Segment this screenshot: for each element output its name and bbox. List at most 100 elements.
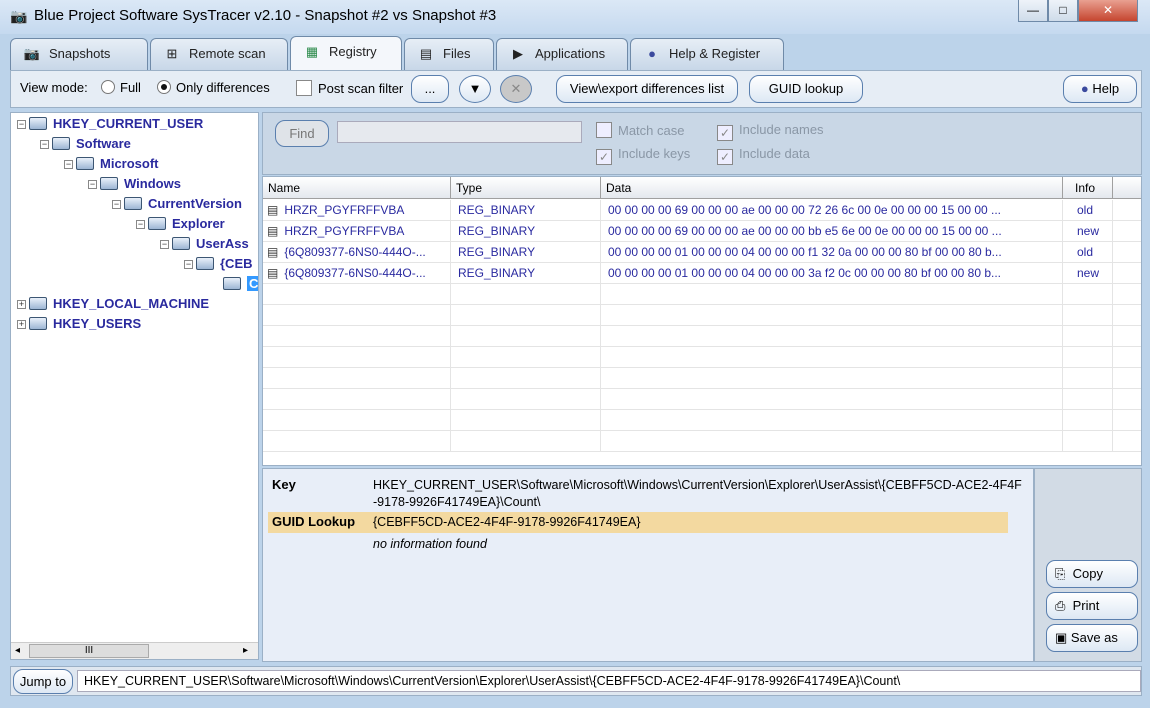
tree-node[interactable]: − HKEY_CURRENT_USER — [17, 115, 203, 133]
printer-icon: ⎙ — [1055, 598, 1066, 613]
view-export-button[interactable]: View\export differences list — [556, 75, 738, 103]
cell-name — [263, 389, 451, 410]
radio-only-differences[interactable]: Only differences — [157, 80, 270, 95]
table-row[interactable]: ▤ HRZR_PGYFRFFVBA REG_BINARY 00 00 00 00 69… — [263, 200, 1141, 221]
column-header-info[interactable]: Info — [1063, 177, 1113, 199]
column-header-type[interactable]: Type — [451, 177, 601, 199]
collapse-icon[interactable]: − — [17, 120, 26, 129]
tab-label: Snapshots — [49, 46, 111, 61]
cell-name — [263, 347, 451, 368]
radio-full[interactable]: Full — [101, 80, 141, 95]
view-mode-label: View mode: — [20, 80, 88, 95]
tab-label: Applications — [535, 46, 606, 61]
collapse-icon[interactable]: − — [160, 240, 169, 249]
cell-name — [263, 326, 451, 347]
collapse-icon[interactable]: − — [136, 220, 145, 229]
collapse-icon[interactable]: − — [112, 200, 121, 209]
cell-info — [1063, 368, 1113, 389]
tree-node[interactable]: − Software — [40, 135, 131, 153]
cell-type — [451, 368, 601, 389]
maximize-button[interactable]: □ — [1048, 0, 1078, 22]
cell-name: ▤ HRZR_PGYFRFFVBA — [263, 200, 451, 221]
expand-icon[interactable]: + — [17, 300, 26, 309]
column-header-name[interactable]: Name — [263, 177, 451, 199]
include-keys-checkbox[interactable]: ✓ Include keys — [596, 146, 690, 165]
tree-node[interactable]: C — [208, 275, 258, 293]
print-button[interactable]: ⎙ Print — [1046, 592, 1138, 620]
guid-lookup-row: GUID Lookup {CEBFF5CD-ACE2-4F4F-9178-992… — [268, 512, 1008, 533]
tree-horizontal-scrollbar[interactable]: ◂ III ▸ — [11, 642, 258, 659]
cell-data — [601, 326, 1063, 347]
help-button[interactable]: ● Help — [1063, 75, 1137, 103]
close-button[interactable]: ✕ — [1078, 0, 1138, 22]
scroll-thumb[interactable]: III — [29, 644, 149, 658]
applications-icon: ▶ — [513, 46, 523, 61]
print-label: Print — [1072, 598, 1100, 613]
cell-name — [263, 284, 451, 305]
cell-info: new — [1063, 263, 1113, 284]
column-header-data[interactable]: Data — [601, 177, 1063, 199]
match-case-checkbox[interactable]: Match case — [596, 122, 684, 138]
empty-row — [263, 431, 1141, 452]
tree-node[interactable]: + HKEY_LOCAL_MACHINE — [17, 295, 209, 313]
tab-snapshots[interactable]: 📷 Snapshots — [10, 38, 148, 70]
tree-node[interactable]: − UserAss — [160, 235, 249, 253]
binary-value-icon: ▤ — [267, 266, 279, 280]
tab-remote-scan[interactable]: ⊞ Remote scan — [150, 38, 288, 70]
cell-type: REG_BINARY — [451, 200, 601, 221]
cell-type — [451, 389, 601, 410]
include-data-checkbox[interactable]: ✓ Include data — [717, 146, 810, 165]
table-row[interactable]: ▤ {6Q809377-6NS0-444O-... REG_BINARY 00 00 … — [263, 242, 1141, 263]
tree-node[interactable]: − Windows — [88, 175, 181, 193]
filter-settings-button[interactable]: ... — [411, 75, 449, 103]
cell-blank — [1113, 200, 1141, 221]
empty-row — [263, 326, 1141, 347]
tree-node[interactable]: + HKEY_USERS — [17, 315, 141, 333]
collapse-icon[interactable]: − — [64, 160, 73, 169]
find-input[interactable] — [337, 121, 582, 143]
jump-path-input[interactable] — [77, 670, 1141, 692]
include-names-checkbox[interactable]: ✓ Include names — [717, 122, 824, 141]
tree-node[interactable]: − {CEB — [184, 255, 253, 273]
collapse-icon[interactable]: − — [40, 140, 49, 149]
title-bar: 📷 Blue Project Software SysTracer v2.10 … — [0, 0, 1150, 34]
checkbox-icon: ✓ — [717, 125, 733, 141]
column-header-blank — [1113, 177, 1141, 199]
find-button[interactable]: Find — [275, 120, 329, 147]
cell-type: REG_BINARY — [451, 221, 601, 242]
registry-values-table: Name Type Data Info ▤ HRZR_PGYFRFFVBA REG_… — [262, 176, 1142, 466]
table-row[interactable]: ▤ {6Q809377-6NS0-444O-... REG_BINARY 00 00 … — [263, 263, 1141, 284]
tab-help-register[interactable]: ● Help & Register — [630, 38, 784, 70]
cell-blank — [1113, 221, 1141, 242]
cell-name — [263, 410, 451, 431]
folder-icon — [124, 197, 142, 210]
filter-icon[interactable]: ▼ — [459, 75, 491, 103]
value-name: {6Q809377-6NS0-444O-... — [284, 266, 426, 280]
tab-registry[interactable]: ▦ Registry — [290, 36, 402, 70]
tree-node[interactable]: − CurrentVersion — [112, 195, 242, 213]
cell-name — [263, 368, 451, 389]
expand-icon[interactable]: + — [17, 320, 26, 329]
save-as-button[interactable]: ▣ Save as — [1046, 624, 1138, 652]
table-row[interactable]: ▤ HRZR_PGYFRFFVBA REG_BINARY 00 00 00 00 69… — [263, 221, 1141, 242]
post-scan-filter-checkbox[interactable]: Post scan filter — [296, 80, 403, 96]
window-title: Blue Project Software SysTracer v2.10 - … — [34, 7, 497, 24]
tab-files[interactable]: ▤ Files — [404, 38, 494, 70]
binary-value-icon: ▤ — [267, 224, 279, 238]
checkbox-icon: ✓ — [596, 149, 612, 165]
collapse-icon[interactable]: − — [184, 260, 193, 269]
tree-node[interactable]: − Explorer — [136, 215, 225, 233]
guid-lookup-button[interactable]: GUID lookup — [749, 75, 863, 103]
cell-data: 00 00 00 00 01 00 00 00 04 00 00 00 f1 3… — [601, 242, 1063, 263]
cell-name: ▤ {6Q809377-6NS0-444O-... — [263, 263, 451, 284]
tab-applications[interactable]: ▶ Applications — [496, 38, 628, 70]
key-value: HKEY_CURRENT_USER\Software\Microsoft\Win… — [373, 478, 1022, 509]
copy-button[interactable]: ⎘ Copy — [1046, 560, 1138, 588]
jump-to-button[interactable]: Jump to — [13, 669, 73, 694]
minimize-button[interactable]: — — [1018, 0, 1048, 22]
tree-node-label: Windows — [124, 176, 181, 191]
collapse-icon[interactable]: − — [88, 180, 97, 189]
clear-filter-icon[interactable]: ✕ — [500, 75, 532, 103]
tree-node[interactable]: − Microsoft — [64, 155, 159, 173]
cell-data — [601, 368, 1063, 389]
